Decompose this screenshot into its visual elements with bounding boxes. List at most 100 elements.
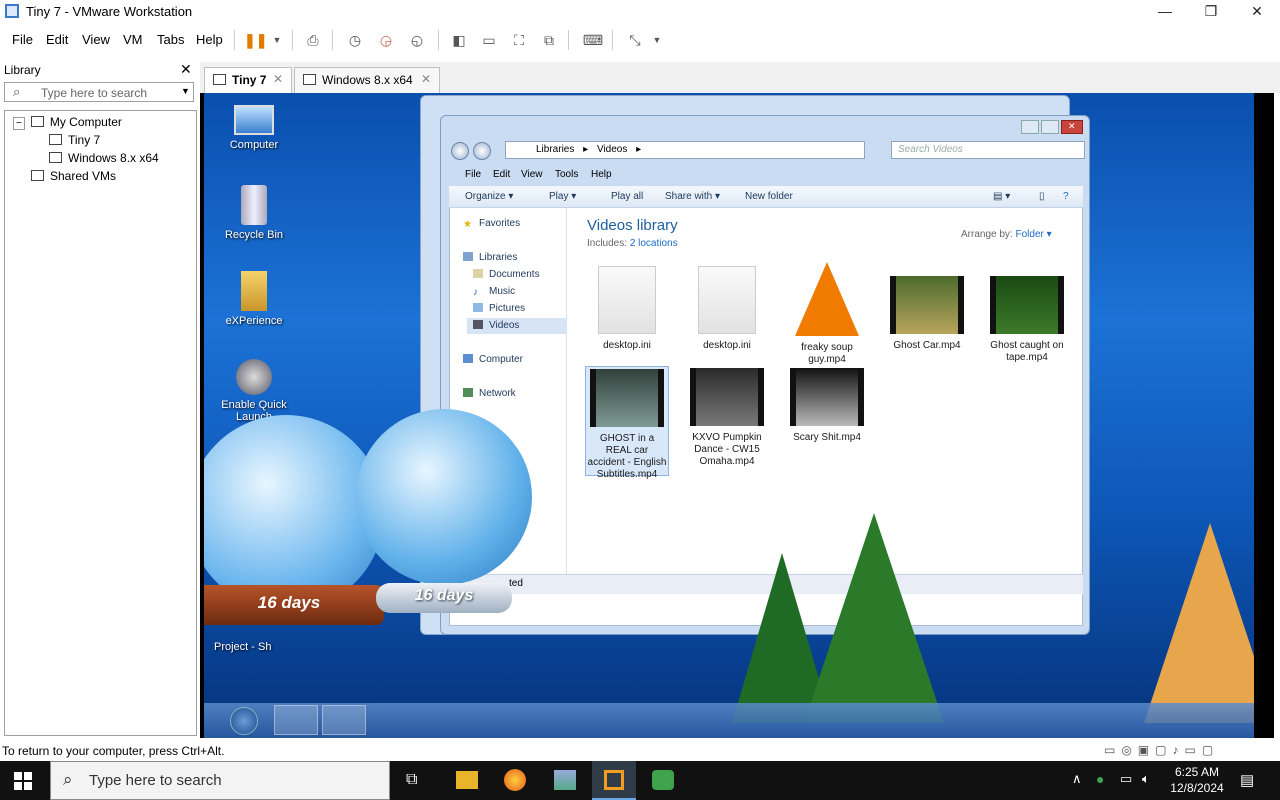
- file-item[interactable]: desktop.ini: [685, 266, 769, 352]
- app-icon[interactable]: [554, 770, 576, 790]
- menu-file[interactable]: File: [12, 32, 33, 47]
- explorer-search-input[interactable]: Search Videos: [891, 141, 1085, 159]
- snapshot-icon[interactable]: ◷: [344, 30, 366, 50]
- fullscreen-icon[interactable]: ⛶: [508, 30, 530, 50]
- taskbar-search-input[interactable]: ⌕ Type here to search: [50, 761, 390, 800]
- nav-videos[interactable]: Videos: [467, 318, 567, 334]
- library-view-icon[interactable]: ◧: [448, 30, 470, 50]
- vmware-taskbar-button[interactable]: [592, 761, 636, 800]
- nav-pictures[interactable]: Pictures: [473, 303, 525, 314]
- file-item[interactable]: Scary Shit.mp4: [785, 368, 869, 444]
- forward-button[interactable]: [473, 142, 491, 160]
- stretch-dropdown-icon[interactable]: ▼: [646, 30, 668, 50]
- explorer-menu-view[interactable]: View: [521, 169, 543, 180]
- file-item[interactable]: desktop.ini: [585, 266, 669, 352]
- notifications-icon[interactable]: ▤: [1240, 771, 1254, 789]
- tree-my-computer[interactable]: − My Computer: [13, 115, 122, 130]
- power-dropdown-icon[interactable]: ▼: [266, 30, 288, 50]
- desktop-icon-experience[interactable]: eXPerience: [219, 271, 289, 327]
- explorer-menu-help[interactable]: Help: [591, 169, 612, 180]
- taskbar-clock[interactable]: 6:25 AM 12/8/2024: [1162, 764, 1232, 796]
- desktop-icon-quick-launch[interactable]: Enable Quick Launch: [219, 359, 289, 423]
- explorer-menu-file[interactable]: File: [465, 169, 481, 180]
- maximize-button[interactable]: [1040, 120, 1059, 134]
- view-options-icon[interactable]: ▤ ▾: [993, 191, 1010, 202]
- tab-close-icon[interactable]: ✕: [273, 72, 283, 86]
- maximize-button[interactable]: ❐: [1188, 0, 1234, 24]
- menu-vm[interactable]: VM: [123, 32, 143, 47]
- volume-icon[interactable]: 🔈︎: [1142, 771, 1150, 787]
- menu-edit[interactable]: Edit: [46, 32, 68, 47]
- chevron-up-icon[interactable]: ∧: [1072, 771, 1082, 787]
- revert-snapshot-icon[interactable]: ◶: [375, 30, 397, 50]
- file-item[interactable]: KXVO Pumpkin Dance - CW15 Omaha.mp4: [685, 368, 769, 468]
- tree-shared-vms[interactable]: Shared VMs: [31, 169, 116, 183]
- file-item[interactable]: Ghost caught on tape.mp4: [985, 276, 1069, 364]
- nav-computer[interactable]: Computer: [463, 354, 523, 365]
- tab-windows8[interactable]: Windows 8.x x64 ✕: [294, 67, 440, 93]
- tab-close-icon[interactable]: ✕: [421, 72, 431, 86]
- play-button[interactable]: Play ▾: [549, 191, 576, 202]
- vm-console[interactable]: Computer Recycle Bin eXPerience Enable Q…: [204, 93, 1254, 738]
- menu-help[interactable]: Help: [196, 32, 223, 47]
- suspend-icon[interactable]: ❚❚: [244, 30, 267, 50]
- stretch-icon[interactable]: ⤡: [624, 30, 646, 50]
- thumbnail-view-icon[interactable]: ▭: [478, 30, 500, 50]
- share-with-button[interactable]: Share with ▾: [665, 191, 720, 202]
- breadcrumb-libraries[interactable]: Libraries: [536, 144, 574, 155]
- minimize-button[interactable]: —: [1142, 0, 1188, 24]
- library-search-input[interactable]: ⌕ Type here to search ▼: [4, 82, 194, 102]
- menu-tabs[interactable]: Tabs: [157, 32, 184, 47]
- tree-vm-tiny7[interactable]: Tiny 7: [49, 133, 100, 147]
- explorer-menu-edit[interactable]: Edit: [493, 169, 510, 180]
- file-item[interactable]: Ghost Car.mp4: [885, 276, 969, 352]
- explorer-menu-tools[interactable]: Tools: [555, 169, 578, 180]
- guest-start-button[interactable]: [230, 707, 258, 735]
- desktop-icon-recycle-bin[interactable]: Recycle Bin: [219, 185, 289, 241]
- organize-button[interactable]: Organize ▾: [465, 191, 513, 202]
- close-button[interactable]: ✕: [1060, 120, 1083, 134]
- nav-network[interactable]: Network: [463, 388, 516, 399]
- tab-tiny7[interactable]: Tiny 7 ✕: [204, 67, 292, 93]
- snapshot-manager-icon[interactable]: ◵: [406, 30, 428, 50]
- windows-start-icon[interactable]: [14, 772, 32, 790]
- desktop-icon-project[interactable]: Project - Sh: [214, 641, 274, 653]
- collapse-icon[interactable]: −: [13, 117, 25, 130]
- task-view-icon[interactable]: ⧉: [406, 771, 417, 789]
- nav-favorites[interactable]: ★ Favorites: [463, 218, 520, 230]
- app-icon[interactable]: [652, 770, 674, 790]
- locations-link[interactable]: 2 locations: [630, 238, 678, 249]
- console-view-icon[interactable]: ⌨: [582, 30, 604, 50]
- network-icon[interactable]: ▭: [1120, 771, 1132, 787]
- includes-text: Includes: 2 locations: [587, 238, 678, 249]
- menu-view[interactable]: View: [82, 32, 110, 47]
- guest-taskbar-explorer[interactable]: [274, 705, 318, 735]
- preview-pane-icon[interactable]: ▯: [1039, 191, 1045, 202]
- tree-vm-windows8[interactable]: Windows 8.x x64: [49, 151, 159, 165]
- address-bar[interactable]: Libraries ▸ Videos ▸: [505, 141, 865, 159]
- minimize-button[interactable]: [1021, 120, 1039, 134]
- unity-icon[interactable]: ⧉: [538, 30, 560, 50]
- new-folder-button[interactable]: New folder: [745, 191, 793, 202]
- play-all-button[interactable]: Play all: [611, 191, 643, 202]
- guest-taskbar-app[interactable]: [322, 705, 366, 735]
- library-close-icon[interactable]: ✕: [180, 61, 192, 78]
- file-item-selected[interactable]: GHOST in a REAL car accident - English S…: [585, 366, 669, 480]
- file-explorer-icon[interactable]: [456, 771, 478, 789]
- close-button[interactable]: ✕: [1234, 0, 1280, 24]
- arrange-by-dropdown[interactable]: Folder ▾: [1015, 229, 1051, 240]
- nav-libraries[interactable]: Libraries: [463, 252, 517, 263]
- help-icon[interactable]: ?: [1063, 191, 1069, 202]
- send-ctrl-alt-del-icon[interactable]: ⎙: [302, 30, 324, 50]
- chevron-down-icon[interactable]: ▼: [181, 86, 190, 96]
- nav-music[interactable]: ♪ Music: [473, 286, 515, 298]
- firefox-icon[interactable]: [504, 769, 526, 791]
- desktop-icon-computer[interactable]: Computer: [219, 101, 289, 151]
- tray-app-icon[interactable]: ●: [1096, 771, 1104, 787]
- nav-documents[interactable]: Documents: [473, 269, 540, 280]
- back-button[interactable]: [451, 142, 469, 160]
- breadcrumb-videos[interactable]: Videos: [597, 144, 627, 155]
- file-item[interactable]: freaky soup guy.mp4: [785, 262, 869, 366]
- device-status-icons[interactable]: ▭◎▣▢♪▭▢: [1104, 743, 1219, 757]
- snow-globe-gadget[interactable]: [356, 409, 532, 585]
